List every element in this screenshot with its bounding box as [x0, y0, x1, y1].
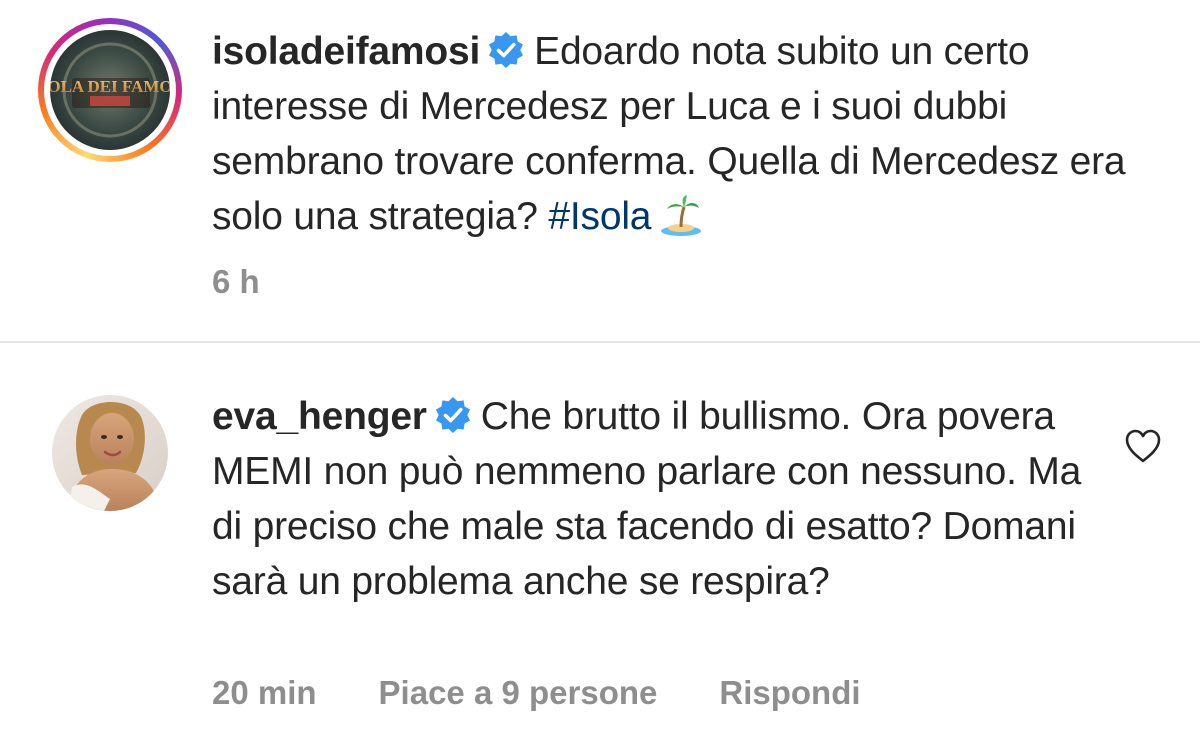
caption-text: isoladeifamosi Edoardo nota subito un ce… — [212, 24, 1132, 244]
comment: eva_henger Che brutto il bullismo. Ora p… — [0, 343, 1200, 745]
verified-badge-icon — [433, 395, 473, 435]
post-username[interactable]: isoladeifamosi — [212, 30, 480, 73]
comment-time: 20 min — [212, 674, 317, 711]
story-ring[interactable]: ISOLA DEI FAMOSI — [38, 18, 182, 162]
comment-meta: 20 min Piace a 9 persone Rispondi — [212, 674, 861, 712]
hashtag-link[interactable]: #Isola — [548, 195, 651, 238]
comment-text: eva_henger Che brutto il bullismo. Ora p… — [212, 389, 1092, 609]
likes-count-link[interactable]: Piace a 9 persone — [379, 674, 658, 712]
post-caption: ISOLA DEI FAMOSI isoladeifamosi Edoardo … — [0, 0, 1200, 340]
avatar[interactable]: ISOLA DEI FAMOSI — [50, 30, 170, 150]
avatar[interactable] — [52, 395, 168, 511]
reply-button[interactable]: Rispondi — [719, 674, 860, 712]
avatar-logo-text: ISOLA DEI FAMOSI — [50, 77, 170, 96]
comment-username[interactable]: eva_henger — [212, 395, 427, 438]
post-meta: 6 h — [212, 263, 260, 301]
heart-icon[interactable] — [1124, 428, 1162, 464]
post-time: 6 h — [212, 263, 260, 300]
island-emoji-icon — [659, 193, 703, 237]
verified-badge-icon — [486, 30, 526, 70]
